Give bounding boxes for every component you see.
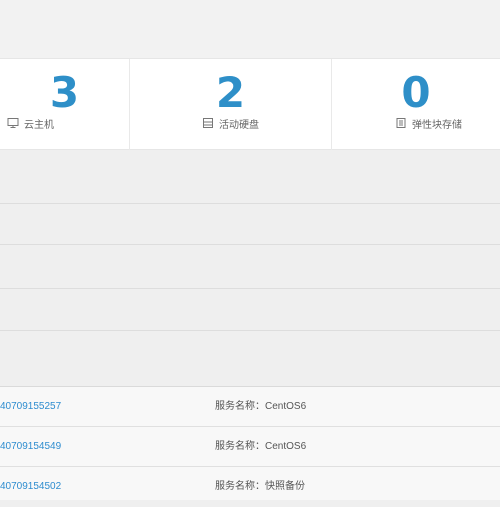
stat-label: 弹性块存储 bbox=[412, 119, 462, 131]
top-bar bbox=[0, 0, 500, 58]
content-section bbox=[0, 150, 500, 386]
service-name: 服务名称：快照备份 bbox=[215, 481, 305, 492]
stat-label: 云主机 bbox=[24, 119, 54, 131]
storage-icon bbox=[395, 117, 407, 129]
stat-label-group: 弹性块存储 bbox=[332, 115, 500, 131]
service-id-link[interactable]: 40709155257 bbox=[0, 387, 61, 427]
service-id-link[interactable]: 40709154502 bbox=[0, 467, 61, 507]
separator bbox=[0, 330, 500, 331]
list-item[interactable]: 40709155257 服务名称：CentOS6 bbox=[0, 387, 500, 427]
stat-label-group: 云主机 bbox=[0, 115, 129, 131]
stat-value: 2 bbox=[215, 68, 246, 117]
stat-value: 3 bbox=[49, 68, 80, 117]
separator bbox=[0, 244, 500, 245]
monitor-icon bbox=[7, 117, 19, 129]
separator bbox=[0, 288, 500, 289]
stat-label-group: 活动硬盘 bbox=[130, 115, 331, 131]
stat-card-cloud-hosts[interactable]: 3 云主机 bbox=[0, 59, 130, 151]
stats-row: 3 云主机 2 活动硬盘 0 弹性块存储 bbox=[0, 58, 500, 151]
monitor-icon-svg bbox=[7, 118, 19, 128]
separator bbox=[0, 203, 500, 204]
stat-value: 0 bbox=[401, 68, 431, 117]
stat-card-block-storage[interactable]: 0 弹性块存储 bbox=[332, 59, 500, 151]
disk-icon bbox=[202, 117, 214, 129]
service-name: 服务名称：CentOS6 bbox=[215, 441, 307, 452]
service-name: 服务名称：CentOS6 bbox=[215, 401, 307, 412]
list-item[interactable]: 40709154549 服务名称：CentOS6 bbox=[0, 427, 500, 467]
list-item[interactable]: 40709154502 服务名称：快照备份 bbox=[0, 467, 500, 507]
service-list: 40709155257 服务名称：CentOS6 40709154549 服务名… bbox=[0, 386, 500, 500]
service-id-link[interactable]: 40709154549 bbox=[0, 427, 61, 467]
stat-card-active-disks[interactable]: 2 活动硬盘 bbox=[130, 59, 332, 151]
stat-label: 活动硬盘 bbox=[219, 119, 259, 131]
disk-icon-svg bbox=[203, 118, 213, 128]
storage-icon-svg bbox=[396, 118, 406, 128]
